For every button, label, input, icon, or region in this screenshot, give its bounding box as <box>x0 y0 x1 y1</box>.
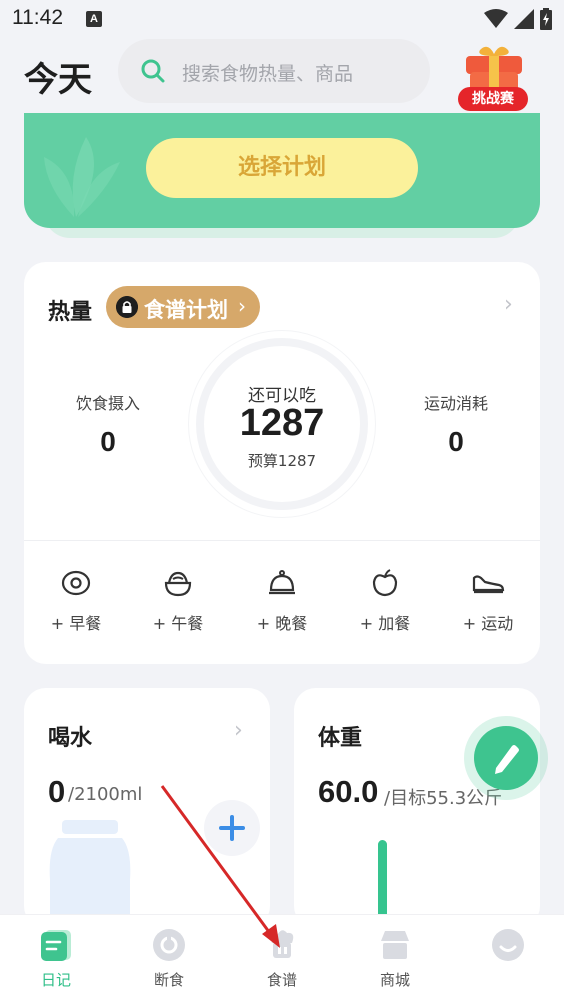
add-breakfast-button[interactable]: + 早餐 <box>31 568 121 638</box>
tab-profile[interactable] <box>460 927 556 969</box>
fasting-icon <box>153 929 185 961</box>
weight-card[interactable]: 体重 60.0 /目标55.3公斤 <box>294 688 540 928</box>
meal-label: + 晚餐 <box>256 614 308 633</box>
tab-fasting[interactable]: 断食 <box>121 927 217 990</box>
record-button[interactable] <box>474 726 538 790</box>
add-dinner-button[interactable]: + 晚餐 <box>237 568 327 638</box>
nav-label: 断食 <box>153 971 184 989</box>
challenge-badge: 挑战赛 <box>458 87 528 111</box>
profile-icon <box>492 929 524 961</box>
calories-title: 热量 <box>48 300 93 325</box>
budget-text: 预算1287 <box>247 452 317 470</box>
water-card[interactable]: 喝水 › 0 /2100ml <box>24 688 270 928</box>
divider <box>24 540 540 541</box>
leaf-icon <box>44 137 120 217</box>
tab-recipe[interactable]: 食谱 <box>234 927 330 990</box>
search-placeholder: 搜索食物热量、商品 <box>182 63 354 85</box>
status-time: 11:42 <box>12 6 63 29</box>
water-value: 0 <box>48 774 66 809</box>
nav-label: 日记 <box>40 971 71 989</box>
signal-icon <box>514 9 534 29</box>
diary-icon <box>41 930 71 961</box>
tab-diary[interactable]: 日记 <box>8 927 104 990</box>
exercise-icon <box>472 575 505 594</box>
recipe-icon <box>270 930 294 958</box>
recipe-plan-label: 食谱计划 <box>144 298 228 322</box>
meal-label: + 午餐 <box>152 614 204 633</box>
search-icon <box>141 59 165 83</box>
add-water-button[interactable] <box>204 800 260 856</box>
snack-icon <box>372 569 398 597</box>
chevron-right-icon[interactable]: › <box>504 292 513 317</box>
chevron-right-icon[interactable]: › <box>234 718 243 743</box>
meal-label: + 运动 <box>462 614 514 633</box>
lunch-icon <box>164 571 192 597</box>
water-title: 喝水 <box>48 726 93 751</box>
wifi-icon <box>484 9 508 28</box>
lock-icon <box>116 296 138 318</box>
dinner-icon <box>269 570 295 595</box>
meal-label: + 早餐 <box>50 614 102 633</box>
remaining-value: 1287 <box>239 402 325 444</box>
status-bar: 11:42 A <box>0 0 564 38</box>
add-snack-button[interactable]: + 加餐 <box>340 568 430 638</box>
intake-label: 饮食摄入 <box>75 394 140 413</box>
meal-label: + 加餐 <box>359 614 411 633</box>
exercise-label: 运动消耗 <box>423 394 488 413</box>
nav-label: 商城 <box>379 971 410 989</box>
weight-title: 体重 <box>318 726 363 751</box>
status-icons <box>484 8 552 30</box>
water-bottle-icon <box>49 820 131 928</box>
nav-label: 食谱 <box>266 971 297 989</box>
search-input[interactable]: 搜索食物热量、商品 <box>118 39 430 103</box>
add-lunch-button[interactable]: + 午餐 <box>133 568 223 638</box>
chevron-right-icon: › <box>238 294 246 318</box>
tab-shop[interactable]: 商城 <box>347 927 443 990</box>
recipe-plan-pill[interactable]: 食谱计划 › <box>106 286 260 328</box>
plus-icon <box>219 815 245 841</box>
shop-icon <box>381 931 409 959</box>
pencil-icon <box>495 745 519 774</box>
add-exercise-button[interactable]: + 运动 <box>443 568 533 638</box>
intake-value: 0 <box>100 426 116 457</box>
water-unit: /2100ml <box>68 784 143 805</box>
breakfast-icon <box>61 570 91 596</box>
battery-icon <box>540 8 552 30</box>
weight-value: 60.0 <box>318 774 379 809</box>
choose-plan-button[interactable]: 选择计划 <box>146 138 418 198</box>
notification-icon: A <box>86 11 102 27</box>
exercise-value: 0 <box>448 426 464 457</box>
calories-card[interactable]: 热量 食谱计划 › › 还可以吃 1287 预算1287 饮食摄入 0 运动消耗… <box>24 262 540 664</box>
page-title: 今天 <box>24 61 92 99</box>
bottom-nav: 日记 断食 食谱 商城 <box>0 914 564 1004</box>
